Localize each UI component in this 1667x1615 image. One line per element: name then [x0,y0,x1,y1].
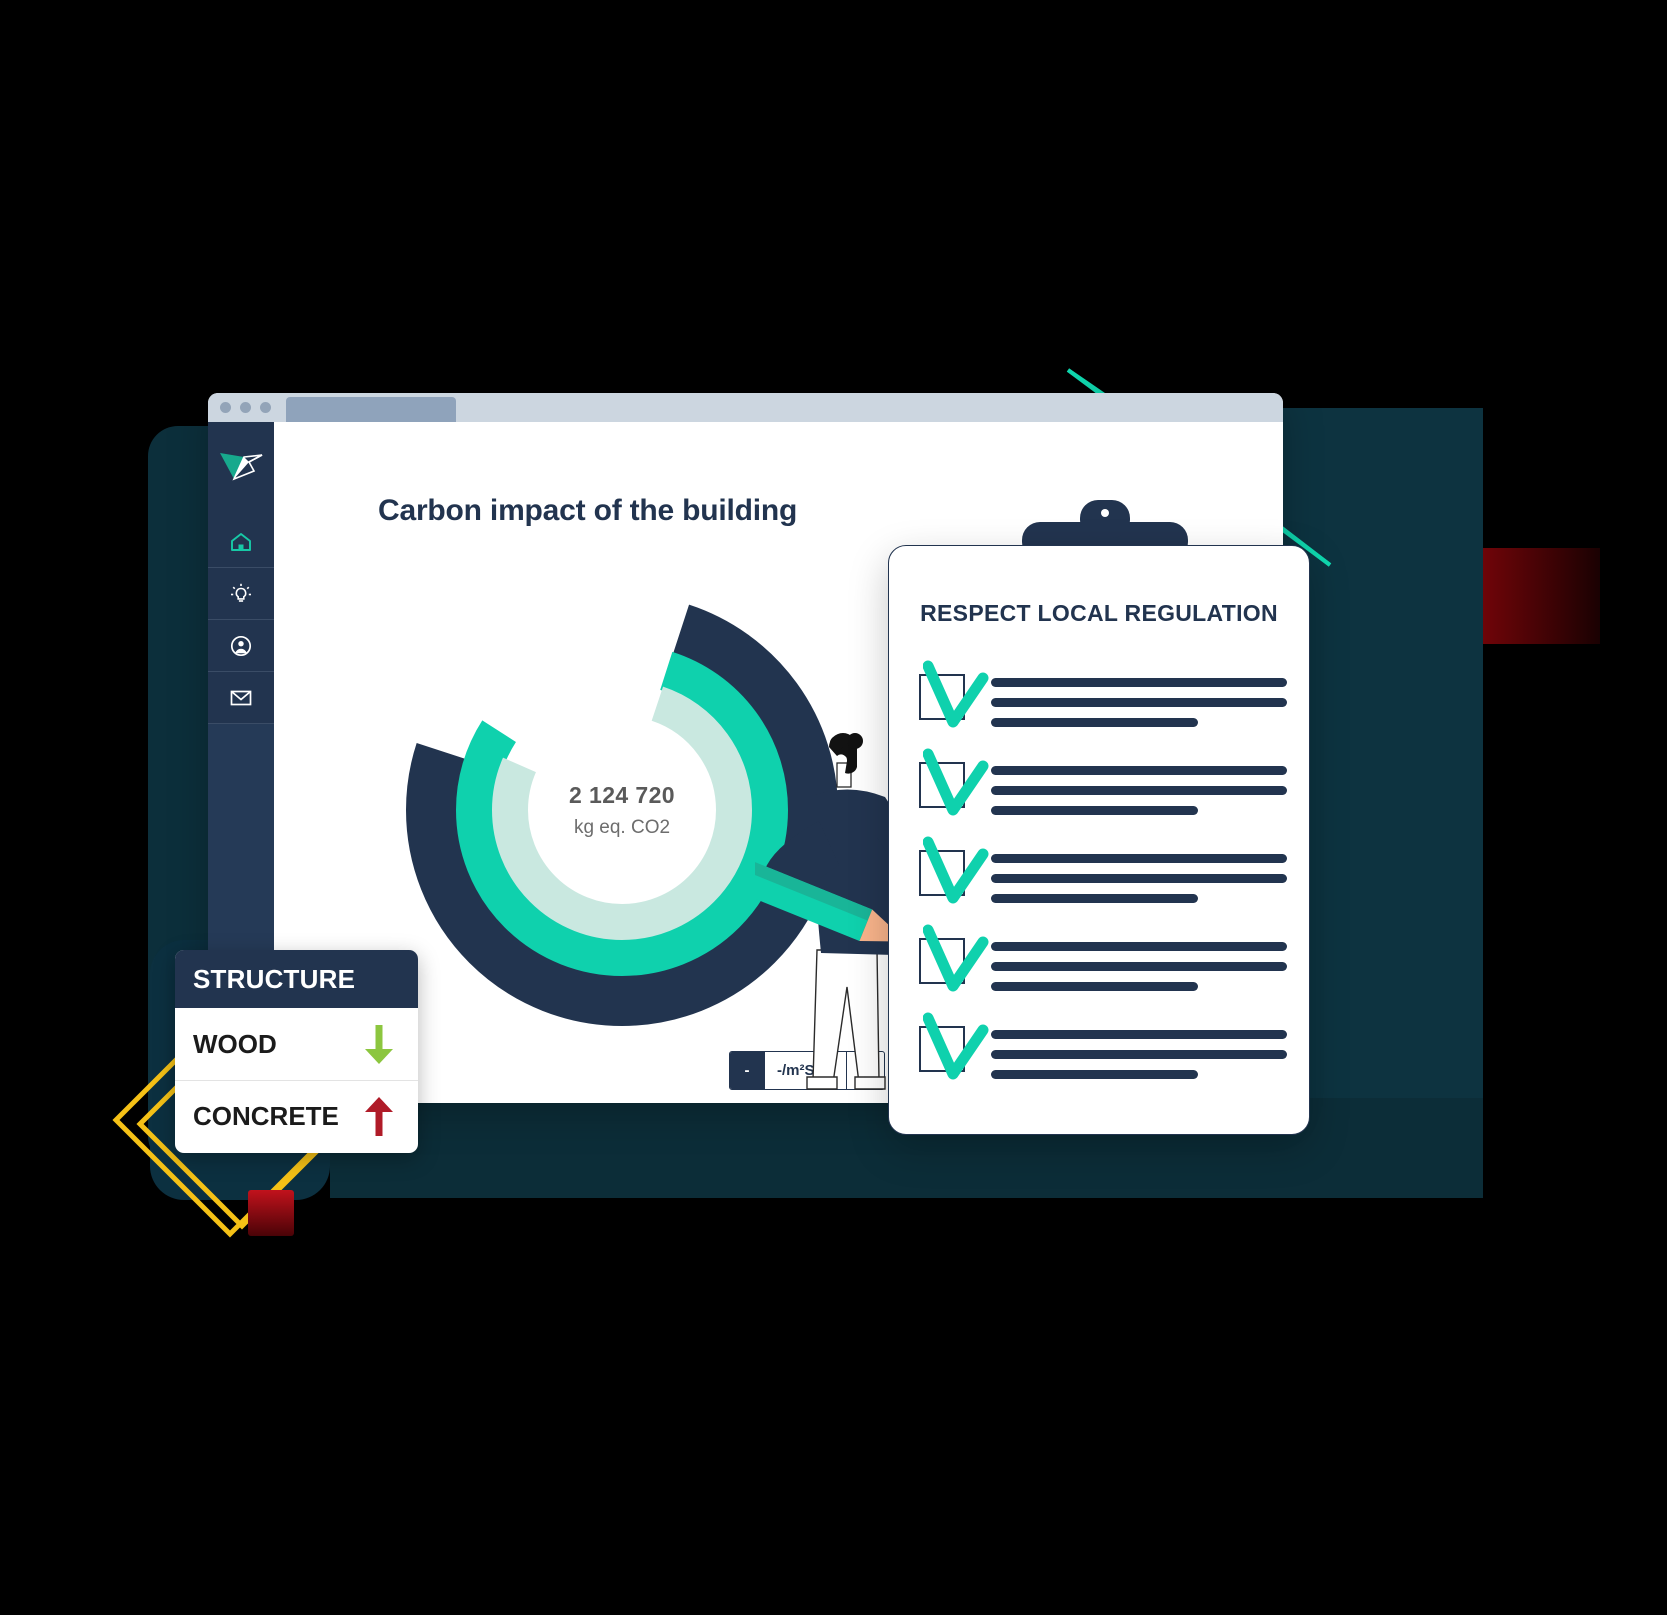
checklist-text-lines [991,1020,1287,1090]
sidebar-item-home[interactable] [208,516,274,568]
checklist-item[interactable] [919,1012,1287,1108]
text-line [991,1070,1199,1079]
structure-row-wood[interactable]: WOOD [175,1008,418,1080]
sidebar-item-insights[interactable] [208,568,274,620]
text-line [991,962,1287,971]
checklist-text-lines [991,668,1287,738]
checklist-text-lines [991,932,1287,1002]
structure-row-label: CONCRETE [193,1101,339,1131]
check-icon [923,1012,989,1080]
checklist-text-lines [991,844,1287,914]
text-line [991,786,1287,795]
check-icon [923,924,989,992]
checklist-item[interactable] [919,836,1287,932]
structure-row-label: WOOD [193,1028,277,1059]
structure-card: STRUCTURE WOOD CONCRETE [175,950,418,1153]
text-line [991,1030,1287,1039]
check-icon [923,660,989,728]
text-line [991,766,1287,775]
regulation-clipboard: RESPECT LOCAL REGULATION [888,545,1310,1135]
text-line [991,894,1199,903]
text-line [991,678,1287,687]
red-small-accent [248,1190,294,1236]
checklist-item[interactable] [919,748,1287,844]
lightbulb-icon [231,583,251,602]
arrow-down-icon [365,1025,393,1064]
window-titlebar [208,393,1283,422]
text-line [991,718,1199,727]
regulation-checklist [919,660,1287,1108]
check-icon [923,748,989,816]
illustration-canvas: Carbon impact of the building 2 124 720 … [0,0,1667,1615]
check-icon [923,836,989,904]
traffic-light-close-icon[interactable] [220,402,231,413]
arrow-up-icon [365,1096,393,1136]
text-line [991,982,1199,991]
checklist-text-lines [991,756,1287,826]
app-logo[interactable] [208,422,274,516]
structure-card-title: STRUCTURE [175,950,418,1008]
checklist-item[interactable] [919,924,1287,1020]
text-line [991,874,1287,883]
traffic-light-minimize-icon[interactable] [240,402,251,413]
home-icon [231,532,251,551]
structure-row-concrete[interactable]: CONCRETE [175,1080,418,1152]
text-line [991,698,1287,707]
text-line [991,806,1199,815]
account-icon [230,635,252,656]
traffic-light-maximize-icon[interactable] [260,402,271,413]
mail-icon [230,690,252,705]
text-line [991,854,1287,863]
donut-ring-inner [492,680,752,940]
clipboard-title: RESPECT LOCAL REGULATION [920,600,1278,626]
text-line [991,942,1287,951]
sidebar-item-messages[interactable] [208,672,274,724]
browser-tab[interactable] [286,397,456,422]
sidebar-item-account[interactable] [208,620,274,672]
origami-bird-logo-icon [220,453,263,481]
text-line [991,1050,1287,1059]
page-title: Carbon impact of the building [378,494,798,527]
checklist-item[interactable] [919,660,1287,756]
